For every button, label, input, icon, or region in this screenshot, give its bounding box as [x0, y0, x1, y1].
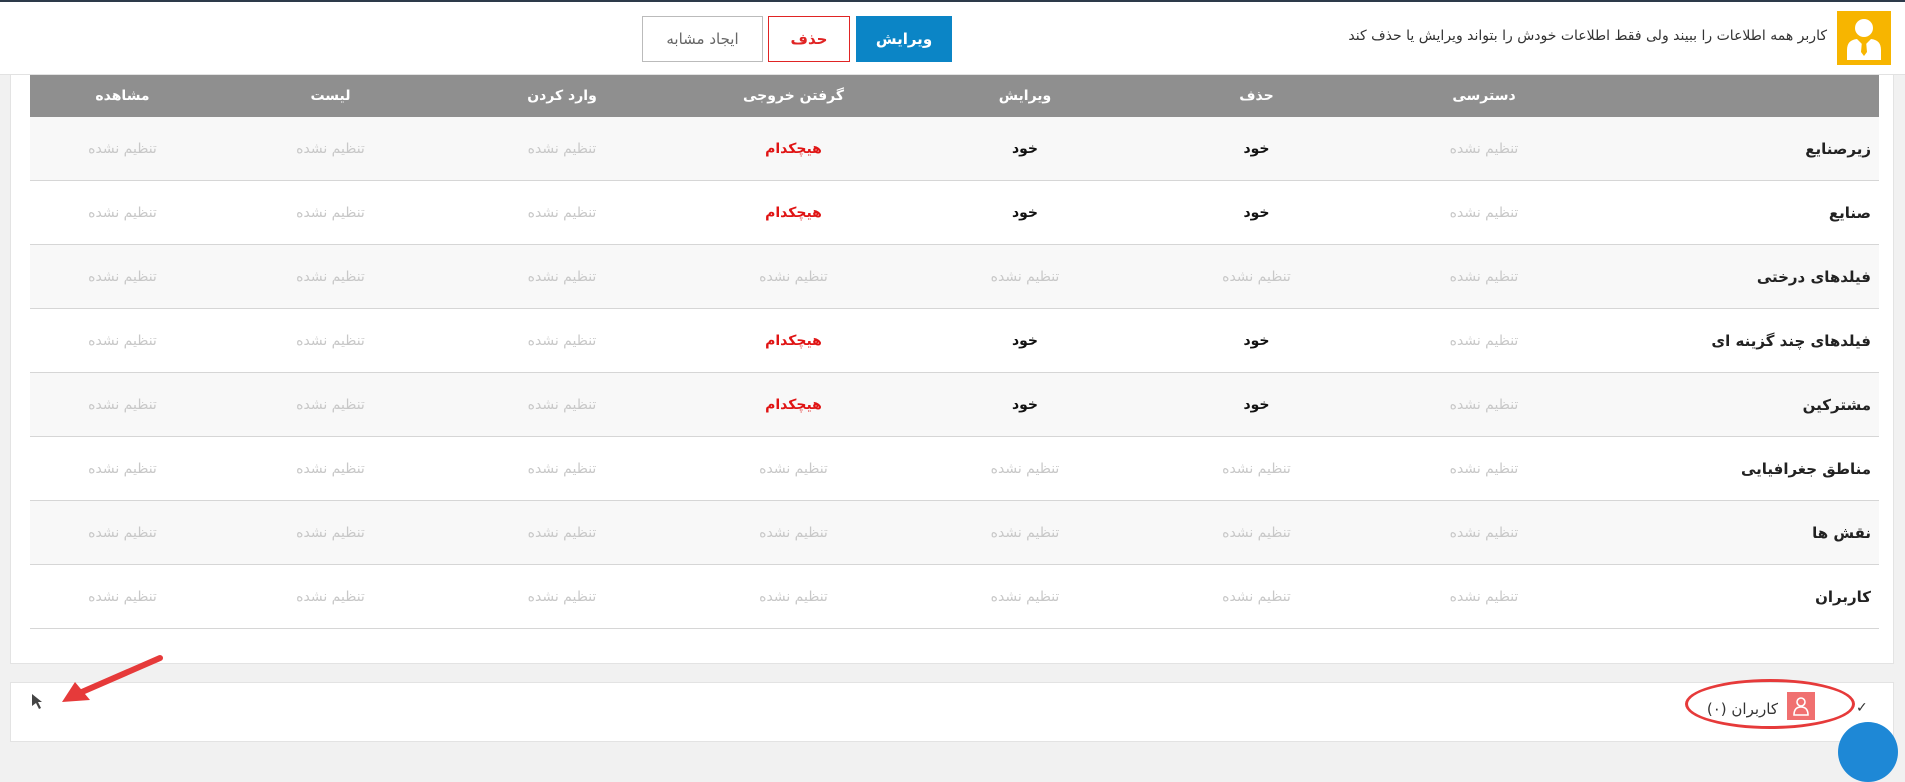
- table-row: صنایع تنظیم نشده خود خود هیچکدام تنظیم نشده تن…: [30, 180, 1879, 245]
- permission-cell[interactable]: تنظیم نشده: [1141, 564, 1372, 629]
- permission-cell[interactable]: تنظیم نشده: [30, 500, 215, 565]
- permission-cell[interactable]: تنظیم نشده: [446, 372, 678, 437]
- column-header: [1596, 75, 1879, 117]
- table-row: مناطق جغرافیایی تنظیم نشده تنظیم نشده تنظیم…: [30, 436, 1879, 501]
- permission-cell[interactable]: تنظیم نشده: [30, 244, 215, 309]
- permission-cell[interactable]: تنظیم نشده: [446, 436, 678, 501]
- annotation-ellipse: [1685, 679, 1855, 729]
- column-header-delete: حذف: [1141, 75, 1372, 117]
- permission-cell[interactable]: تنظیم نشده: [678, 436, 909, 501]
- permission-cell[interactable]: هیچکدام: [678, 180, 909, 245]
- row-entity-name: زیرصنایع: [1596, 117, 1879, 181]
- permission-cell[interactable]: خود: [909, 308, 1141, 373]
- permission-cell[interactable]: تنظیم نشده: [30, 308, 215, 373]
- permission-cell[interactable]: تنظیم نشده: [1372, 117, 1596, 181]
- table-row: کاربران تنظیم نشده تنظیم نشده تنظیم نشده تنظ…: [30, 564, 1879, 629]
- permission-cell[interactable]: تنظیم نشده: [1141, 436, 1372, 501]
- permission-cell[interactable]: تنظیم نشده: [446, 500, 678, 565]
- permission-cell[interactable]: تنظیم نشده: [30, 180, 215, 245]
- table-row: نقش ها تنظیم نشده تنظیم نشده تنظیم نشده تنظی…: [30, 500, 1879, 565]
- table-header-row: دسترسی حذف ویرایش گرفتن خروجی وارد کردن …: [30, 75, 1879, 117]
- permission-cell[interactable]: خود: [1141, 180, 1372, 245]
- permission-cell[interactable]: تنظیم نشده: [215, 308, 446, 373]
- permission-cell[interactable]: تنظیم نشده: [446, 244, 678, 309]
- permission-cell[interactable]: تنظیم نشده: [909, 244, 1141, 309]
- permission-cell[interactable]: تنظیم نشده: [909, 436, 1141, 501]
- permission-cell[interactable]: هیچکدام: [678, 372, 909, 437]
- cursor-icon: [32, 694, 42, 709]
- permission-cell[interactable]: تنظیم نشده: [1372, 308, 1596, 373]
- permission-cell[interactable]: تنظیم نشده: [1372, 180, 1596, 245]
- permission-cell[interactable]: تنظیم نشده: [678, 564, 909, 629]
- permission-cell[interactable]: تنظیم نشده: [215, 436, 446, 501]
- column-header-edit: ویرایش: [909, 75, 1141, 117]
- permission-cell[interactable]: خود: [909, 372, 1141, 437]
- permission-cell[interactable]: تنظیم نشده: [909, 500, 1141, 565]
- permission-cell[interactable]: تنظیم نشده: [215, 564, 446, 629]
- permission-cell[interactable]: تنظیم نشده: [1372, 372, 1596, 437]
- permission-cell[interactable]: تنظیم نشده: [30, 436, 215, 501]
- permission-cell[interactable]: تنظیم نشده: [30, 564, 215, 629]
- permission-cell[interactable]: تنظیم نشده: [215, 117, 446, 181]
- column-header-import: وارد کردن: [446, 75, 678, 117]
- chevron-down-icon[interactable]: ✓: [1856, 700, 1868, 716]
- table-row: فیلدهای چند گزینه ای تنظیم نشده خود خود هیچک…: [30, 308, 1879, 373]
- row-entity-name: فیلدهای چند گزینه ای: [1596, 308, 1879, 373]
- permission-cell[interactable]: تنظیم نشده: [1372, 244, 1596, 309]
- permission-cell[interactable]: تنظیم نشده: [30, 117, 215, 181]
- row-entity-name: مشترکین: [1596, 372, 1879, 437]
- annotation-arrow-icon: [32, 655, 163, 709]
- permission-cell[interactable]: تنظیم نشده: [446, 180, 678, 245]
- permission-cell[interactable]: تنظیم نشده: [1372, 436, 1596, 501]
- permission-cell[interactable]: تنظیم نشده: [909, 564, 1141, 629]
- permission-cell[interactable]: تنظیم نشده: [446, 564, 678, 629]
- row-entity-name: صنایع: [1596, 180, 1879, 245]
- permission-cell[interactable]: تنظیم نشده: [1141, 500, 1372, 565]
- role-description: کاربر همه اطلاعات را ببیند ولی فقط اطلاع…: [1348, 28, 1827, 44]
- permission-cell[interactable]: تنظیم نشده: [215, 244, 446, 309]
- user-tie-icon: [1837, 11, 1891, 65]
- permission-cell[interactable]: هیچکدام: [678, 308, 909, 373]
- permission-cell[interactable]: تنظیم نشده: [678, 244, 909, 309]
- permission-cell[interactable]: تنظیم نشده: [30, 372, 215, 437]
- column-header-export: گرفتن خروجی: [678, 75, 909, 117]
- permission-cell[interactable]: تنظیم نشده: [1372, 564, 1596, 629]
- duplicate-button[interactable]: ایجاد مشابه: [642, 16, 763, 62]
- users-section[interactable]: [10, 682, 1894, 742]
- row-entity-name: مناطق جغرافیایی: [1596, 436, 1879, 501]
- permissions-table: دسترسی حذف ویرایش گرفتن خروجی وارد کردن …: [30, 75, 1879, 629]
- edit-button[interactable]: ویرایش: [856, 16, 952, 62]
- permission-cell[interactable]: تنظیم نشده: [1141, 244, 1372, 309]
- row-entity-name: فیلدهای درختی: [1596, 244, 1879, 309]
- permission-cell[interactable]: خود: [1141, 308, 1372, 373]
- permission-cell[interactable]: خود: [909, 180, 1141, 245]
- delete-button[interactable]: حذف: [768, 16, 850, 62]
- column-header-access: دسترسی: [1372, 75, 1596, 117]
- permission-cell[interactable]: خود: [1141, 372, 1372, 437]
- permission-cell[interactable]: تنظیم نشده: [1372, 500, 1596, 565]
- permission-cell[interactable]: تنظیم نشده: [215, 500, 446, 565]
- permission-cell[interactable]: تنظیم نشده: [215, 372, 446, 437]
- permission-cell[interactable]: تنظیم نشده: [678, 500, 909, 565]
- permission-cell[interactable]: خود: [1141, 117, 1372, 181]
- table-row: زیرصنایع تنظیم نشده خود خود هیچکدام تنظیم نشد…: [30, 117, 1879, 181]
- floating-action-button[interactable]: [1838, 722, 1898, 782]
- permission-cell[interactable]: تنظیم نشده: [446, 308, 678, 373]
- column-header-list: لیست: [215, 75, 446, 117]
- permission-cell[interactable]: خود: [909, 117, 1141, 181]
- permission-cell[interactable]: تنظیم نشده: [215, 180, 446, 245]
- table-row: مشترکین تنظیم نشده خود خود هیچکدام تنظیم نشده…: [30, 372, 1879, 437]
- role-header: کاربر همه اطلاعات را ببیند ولی فقط اطلاع…: [0, 2, 1905, 75]
- row-entity-name: نقش ها: [1596, 500, 1879, 565]
- permissions-panel: دسترسی حذف ویرایش گرفتن خروجی وارد کردن …: [10, 75, 1894, 664]
- permission-cell[interactable]: تنظیم نشده: [446, 117, 678, 181]
- row-entity-name: کاربران: [1596, 564, 1879, 629]
- column-header-view: مشاهده: [30, 75, 215, 117]
- table-row: فیلدهای درختی تنظیم نشده تنظیم نشده تنظیم ن…: [30, 244, 1879, 309]
- permission-cell[interactable]: هیچکدام: [678, 117, 909, 181]
